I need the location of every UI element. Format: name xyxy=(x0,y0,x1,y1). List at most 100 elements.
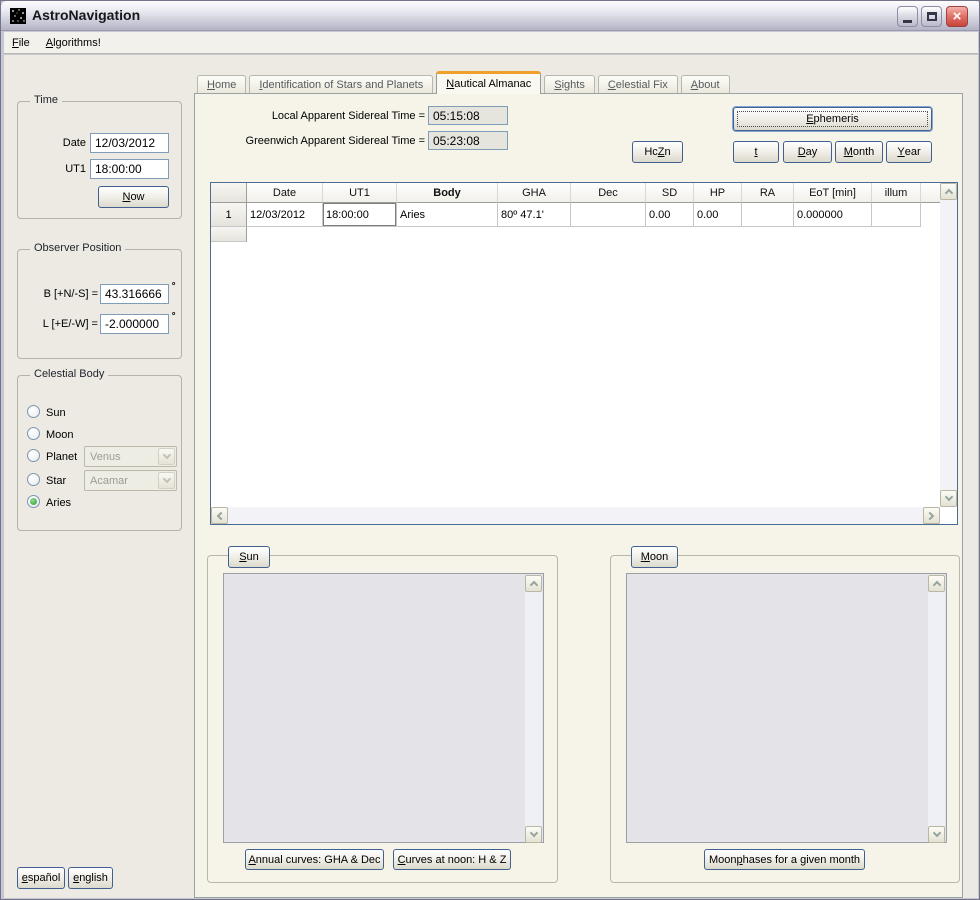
sun-panel-scrollbar[interactable] xyxy=(525,575,542,841)
last-value-field xyxy=(428,106,508,125)
observer-position-title: Observer Position xyxy=(30,242,125,254)
app-window: AstroNavigation × File Algorithms! Time … xyxy=(0,0,980,900)
chevron-left-icon xyxy=(217,511,225,519)
cell-eot[interactable]: 0.000000 xyxy=(794,203,872,227)
hc-zn-button[interactable]: Hc Zn xyxy=(632,141,683,163)
moon-output-panel xyxy=(626,573,947,843)
spanish-button[interactable]: español xyxy=(17,867,65,889)
row-number-cell[interactable]: 1 xyxy=(211,203,247,227)
column-header-sd: SD xyxy=(646,183,694,203)
cell-sd[interactable]: 0.00 xyxy=(646,203,694,227)
scroll-left-button[interactable] xyxy=(211,507,228,524)
column-header-body: Body xyxy=(397,183,498,203)
radio-aries[interactable] xyxy=(27,495,40,508)
cell-body[interactable]: Aries xyxy=(397,203,498,227)
grid-header-row: Date UT1 Body GHA Dec SD HP RA EoT [min]… xyxy=(211,183,940,203)
star-select-value: Acamar xyxy=(90,475,128,487)
column-header-ut1: UT1 xyxy=(323,183,397,203)
scroll-up-button[interactable] xyxy=(928,575,945,592)
radio-sun[interactable] xyxy=(27,405,40,418)
moon-button[interactable]: Moon xyxy=(631,546,678,568)
latitude-field[interactable] xyxy=(100,284,169,304)
sun-output-panel xyxy=(223,573,544,843)
longitude-field[interactable] xyxy=(100,314,169,334)
window-title: AstroNavigation xyxy=(32,7,140,23)
day-button[interactable]: Day xyxy=(783,141,832,163)
year-button[interactable]: Year xyxy=(886,141,932,163)
ephemeris-button[interactable]: Ephemeris xyxy=(733,107,932,131)
ut1-field[interactable] xyxy=(90,159,169,179)
nautical-almanac-page: Local Apparent Sidereal Time = Greenwich… xyxy=(194,93,963,898)
last-label: Local Apparent Sidereal Time = xyxy=(235,110,425,122)
observer-position-group: Observer Position B [+N/-S] = º L [+E/-W… xyxy=(17,249,182,359)
column-header-illum: illum xyxy=(872,183,921,203)
moon-panel-scrollbar[interactable] xyxy=(928,575,945,841)
celestial-body-title: Celestial Body xyxy=(30,368,108,380)
focus-rect xyxy=(737,111,928,127)
cell-hp[interactable]: 0.00 xyxy=(694,203,742,227)
celestial-body-group: Celestial Body Sun Moon Planet Venus Sta… xyxy=(17,375,182,531)
radio-aries-label: Aries xyxy=(46,497,71,509)
chevron-up-icon xyxy=(932,581,940,589)
tab-strip: Home Identification of Stars and Planets… xyxy=(197,74,730,94)
cell-illum[interactable] xyxy=(872,203,921,227)
radio-planet-label: Planet xyxy=(46,451,77,463)
title-bar[interactable]: AstroNavigation × xyxy=(1,1,980,31)
tab-identification[interactable]: Identification of Stars and Planets xyxy=(249,75,433,94)
date-label: Date xyxy=(28,137,86,149)
radio-star[interactable] xyxy=(27,473,40,486)
noon-curves-button[interactable]: Curves at noon: H & Z xyxy=(393,849,511,870)
sun-button[interactable]: Sun xyxy=(228,546,270,568)
scroll-up-button[interactable] xyxy=(940,183,957,200)
cell-date[interactable]: 12/03/2012 xyxy=(247,203,323,227)
column-header-date: Date xyxy=(247,183,323,203)
ut1-label: UT1 xyxy=(28,163,86,175)
column-header-ra: RA xyxy=(742,183,794,203)
table-row: 1 12/03/2012 18:00:00 Aries 80º 47.1' 0.… xyxy=(211,203,940,227)
column-header-rownum xyxy=(211,183,247,203)
cell-ut1[interactable]: 18:00:00 xyxy=(323,203,397,227)
close-icon: × xyxy=(953,9,962,24)
radio-planet[interactable] xyxy=(27,449,40,462)
radio-moon[interactable] xyxy=(27,427,40,440)
now-button[interactable]: Now xyxy=(98,186,169,208)
tab-nautical-almanac[interactable]: Nautical Almanac xyxy=(436,71,541,94)
planet-select-value: Venus xyxy=(90,451,121,463)
scroll-up-button[interactable] xyxy=(525,575,542,592)
menu-algorithms[interactable]: Algorithms! xyxy=(38,34,109,52)
maximize-button[interactable] xyxy=(921,6,942,27)
minimize-icon xyxy=(903,20,912,23)
column-header-gha: GHA xyxy=(498,183,571,203)
cell-gha[interactable]: 80º 47.1' xyxy=(498,203,571,227)
t-button[interactable]: t xyxy=(733,141,779,163)
tab-sights[interactable]: Sights xyxy=(544,75,595,94)
sun-group: Sun Annual curves: GHA & Dec Curves at n… xyxy=(207,555,558,883)
moon-phases-button[interactable]: Moon phases for a given month xyxy=(704,849,865,870)
chevron-down-icon xyxy=(529,829,537,837)
close-button[interactable]: × xyxy=(946,6,968,27)
date-field[interactable] xyxy=(90,133,169,153)
planet-select-arrow-button xyxy=(158,448,175,465)
menu-file[interactable]: File xyxy=(4,34,38,52)
chevron-up-icon xyxy=(944,189,952,197)
radio-star-label: Star xyxy=(46,475,66,487)
tab-home[interactable]: Home xyxy=(197,75,246,94)
scroll-down-button[interactable] xyxy=(525,826,542,843)
cell-dec[interactable] xyxy=(571,203,646,227)
cell-ra[interactable] xyxy=(742,203,794,227)
grid-vertical-scrollbar[interactable] xyxy=(940,183,957,507)
month-button[interactable]: Month xyxy=(835,141,883,163)
longitude-degree-mark: º xyxy=(172,310,175,320)
english-button[interactable]: english xyxy=(68,867,113,889)
annual-curves-button[interactable]: Annual curves: GHA & Dec xyxy=(245,849,384,870)
column-header-dec: Dec xyxy=(571,183,646,203)
scroll-down-button[interactable] xyxy=(928,826,945,843)
column-header-filler xyxy=(921,183,940,203)
scroll-right-button[interactable] xyxy=(923,507,940,524)
minimize-button[interactable] xyxy=(897,6,918,27)
tab-about[interactable]: About xyxy=(681,75,730,94)
scroll-down-button[interactable] xyxy=(940,490,957,507)
grid-horizontal-scrollbar[interactable] xyxy=(211,507,940,524)
maximize-icon xyxy=(927,12,937,21)
tab-celestial-fix[interactable]: Celestial Fix xyxy=(598,75,678,94)
